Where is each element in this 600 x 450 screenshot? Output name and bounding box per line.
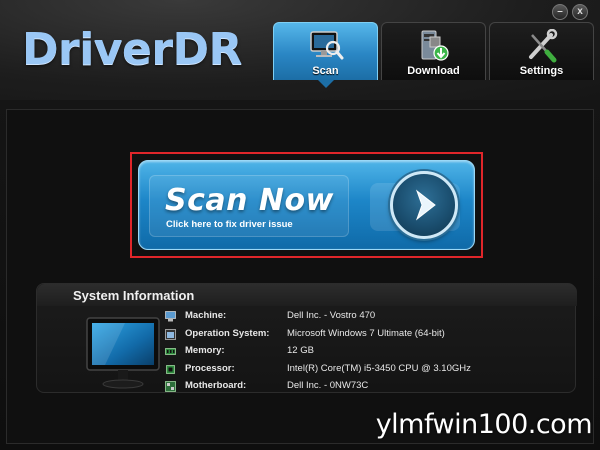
info-value: Dell Inc. - Vostro 470 <box>287 310 376 321</box>
play-arrow-icon <box>390 171 458 239</box>
processor-icon <box>166 364 175 374</box>
motherboard-icon <box>165 381 176 392</box>
system-information-title: System Information <box>73 288 195 303</box>
info-label: Motherboard: <box>185 380 247 391</box>
tab-settings[interactable]: Settings <box>489 22 594 80</box>
scan-now-title: Scan Now <box>165 183 334 218</box>
tab-pointer <box>317 80 334 88</box>
watermark: ylmfwin100.com <box>375 409 593 440</box>
info-label: Machine: <box>185 310 227 321</box>
monitor-icon <box>86 317 160 389</box>
info-value: Intel(R) Core(TM) i5-3450 CPU @ 3.10GHz <box>287 362 471 374</box>
system-information-rows: Machine: Dell Inc. - Vostro 470 Operatio… <box>165 308 565 396</box>
tab-scan[interactable]: Scan <box>273 22 378 88</box>
tab-scan-label: Scan <box>312 65 339 77</box>
scan-now-subtitle: Click here to fix driver issue <box>166 219 293 230</box>
monitor-magnifier-icon <box>309 31 343 60</box>
app-title: DriverDR <box>22 24 242 75</box>
header: DriverDR – x Scan Download Settings <box>0 0 600 100</box>
info-row-machine: Machine: Dell Inc. - Vostro 470 <box>165 308 565 326</box>
tab-download-label: Download <box>407 65 460 77</box>
info-row-motherboard: Motherboard: Dell Inc. - 0NW73C <box>165 378 565 396</box>
scan-now-button[interactable]: Scan Now Click here to fix driver issue <box>138 160 475 250</box>
info-value: Dell Inc. - 0NW73C <box>287 380 369 391</box>
computer-icon <box>165 311 176 322</box>
tab-bar: Scan Download Settings <box>273 22 594 88</box>
system-information-panel: System Information Machine: Dell Inc. - … <box>36 283 577 396</box>
computer-download-icon <box>421 30 449 61</box>
os-window-icon <box>165 328 176 340</box>
minimize-button[interactable]: – <box>552 4 568 20</box>
wrench-screwdriver-icon <box>528 29 557 63</box>
app-window: DriverDR – x Scan Download Settings Scan… <box>0 0 600 450</box>
info-row-processor: Processor: Intel(R) Core(TM) i5-3450 CPU… <box>165 361 565 379</box>
info-label: Processor: <box>185 362 235 374</box>
tab-settings-label: Settings <box>519 65 564 77</box>
info-label: Operation System: <box>185 327 270 339</box>
info-row-memory: Memory: 12 GB <box>165 343 565 361</box>
info-value: 12 GB <box>287 345 314 356</box>
window-controls: – x <box>552 4 588 20</box>
info-label: Memory: <box>185 345 225 356</box>
close-button[interactable]: x <box>572 4 588 20</box>
info-value: Microsoft Windows 7 Ultimate (64-bit) <box>287 327 445 339</box>
info-row-os: Operation System: Microsoft Windows 7 Ul… <box>165 326 565 344</box>
memory-icon <box>165 348 176 355</box>
tab-download[interactable]: Download <box>381 22 486 80</box>
